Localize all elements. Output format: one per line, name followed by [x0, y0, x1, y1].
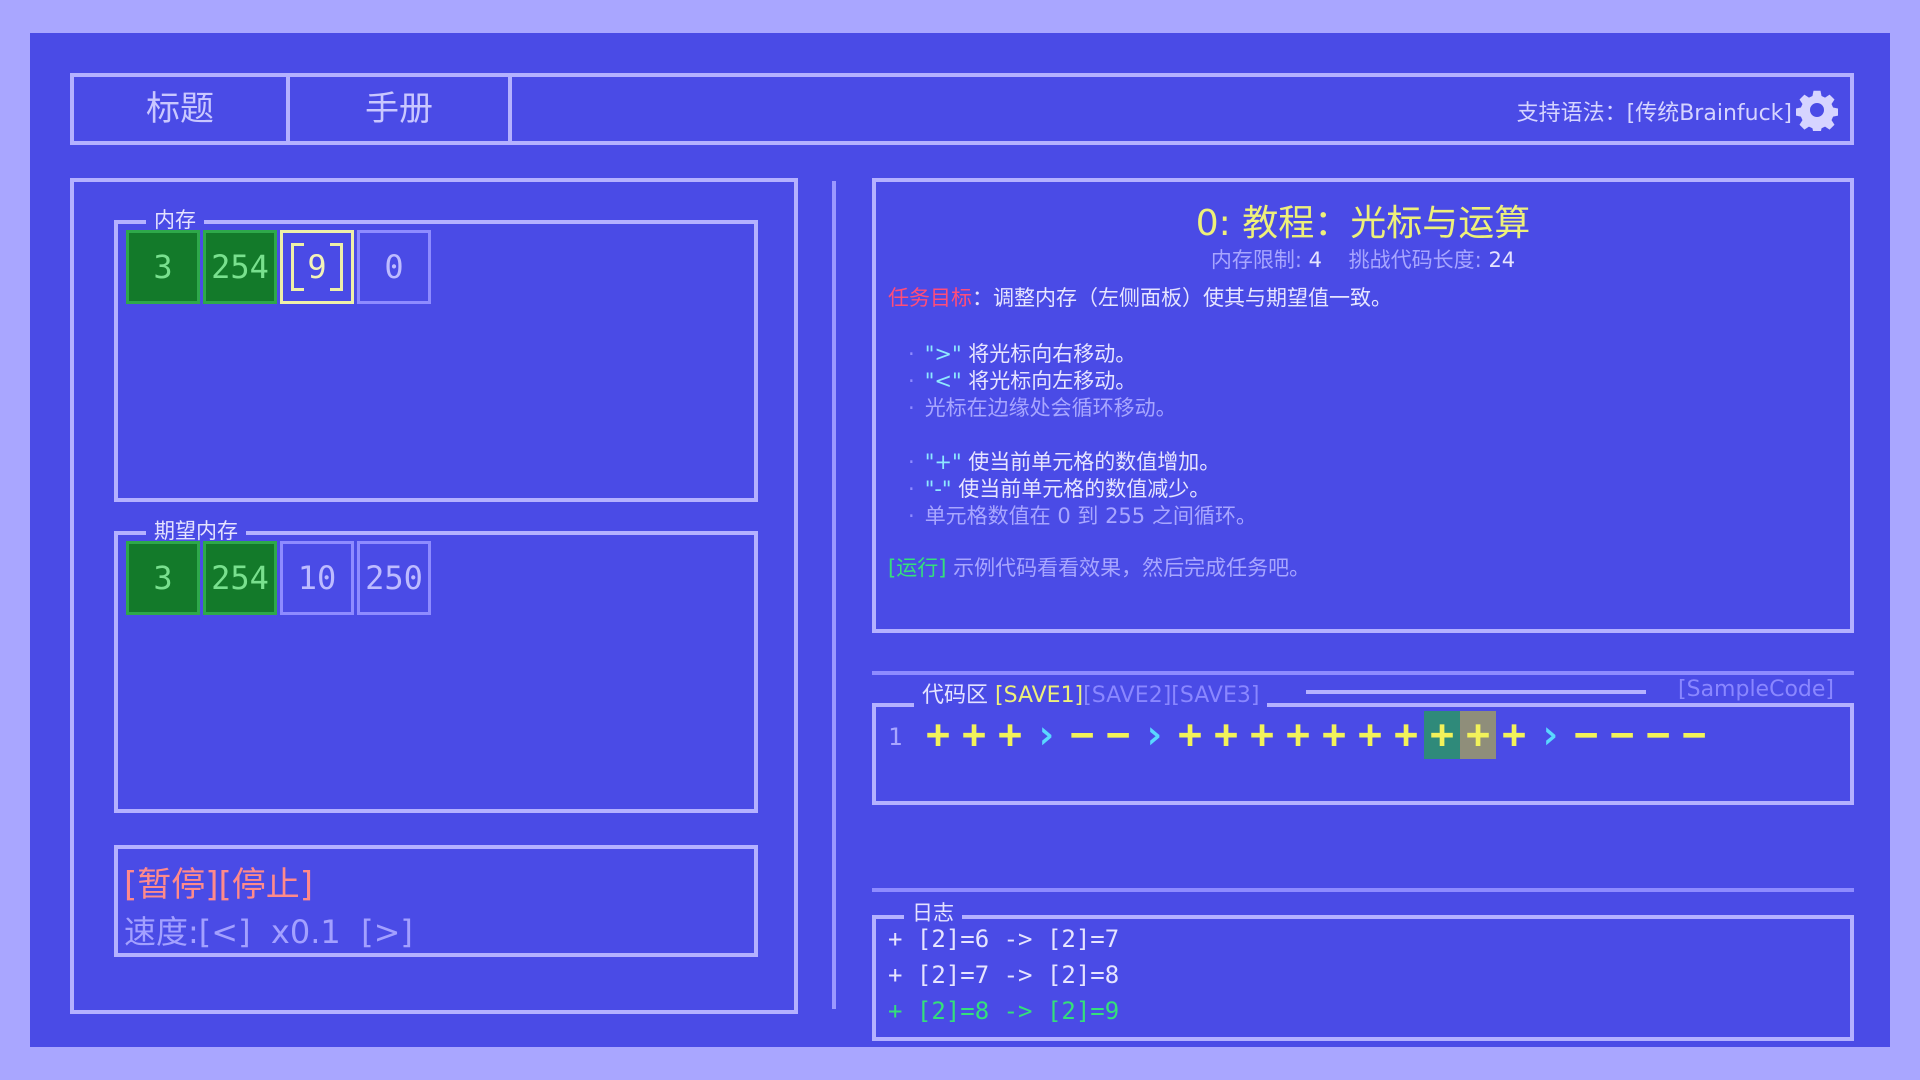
task-run-hint: [运行] 示例代码看看效果，然后完成任务吧。	[888, 556, 1311, 580]
expected-cell: 250	[357, 541, 431, 615]
task-goal: 任务目标：调整内存（左侧面板）使其与期望值一致。	[888, 282, 1392, 312]
task-panel: 0: 教程：光标与运算 内存限制: 4 挑战代码长度: 24 任务目标：调整内存…	[872, 178, 1854, 633]
code-editor[interactable]: + + + › − − › + + + + + + + + + + › − − − −	[920, 711, 1712, 759]
code-token[interactable]: −	[1676, 711, 1712, 759]
code-label: 代码区	[922, 683, 989, 708]
goal-text: ：调整内存（左侧面板）使其与期望值一致。	[972, 286, 1392, 310]
tab-manual[interactable]: 手册	[290, 77, 512, 141]
code-token[interactable]: ›	[1136, 711, 1172, 759]
speed-row: 速度:[<] x0.1 [>]	[124, 907, 413, 953]
speed-down-button[interactable]: [<]	[199, 913, 251, 951]
hint-line: · 单元格数值在 0 到 255 之间循环。	[908, 504, 1257, 528]
expected-cell: 254	[203, 541, 277, 615]
memory-cell[interactable]: 254	[203, 230, 277, 304]
expected-memory-cells: 3 254 10 250	[126, 541, 431, 615]
code-token[interactable]: +	[1316, 711, 1352, 759]
save-slot-2[interactable]: [SAVE2]	[1083, 683, 1171, 708]
gear-icon[interactable]	[1796, 89, 1838, 131]
speed-label: 速度:	[124, 913, 199, 951]
game-screen: 标题 手册 支持语法：[传统Brainfuck] 内存 3 254 9 0 期望…	[30, 33, 1890, 1047]
log-line: + [2]=6 -> [2]=7	[888, 925, 1120, 953]
code-token[interactable]: +	[1172, 711, 1208, 759]
speed-up-button[interactable]: [>]	[361, 913, 413, 951]
code-token[interactable]: +	[992, 711, 1028, 759]
memory-cell[interactable]: 0	[357, 230, 431, 304]
memory-group: 内存 3 254 9 0	[114, 204, 758, 502]
save-slot-1[interactable]: [SAVE1]	[995, 683, 1083, 708]
code-token[interactable]: −	[1568, 711, 1604, 759]
expected-memory-group: 期望内存 3 254 10 250	[114, 515, 758, 813]
panel-divider	[832, 181, 836, 1009]
memory-limit-label: 内存限制:	[1210, 248, 1302, 272]
playback-buttons: [暂停][停止]	[124, 857, 313, 906]
memory-limit-value: 4	[1308, 248, 1322, 272]
log-line: + [2]=7 -> [2]=8	[888, 961, 1120, 989]
goal-tag: 任务目标	[888, 286, 972, 310]
code-token[interactable]: +	[1352, 711, 1388, 759]
task-meta: 内存限制: 4 挑战代码长度: 24	[876, 244, 1850, 274]
log-panel: 日志 + [2]=6 -> [2]=7 + [2]=7 -> [2]=8 + […	[872, 897, 1854, 1041]
log-line: + [2]=8 -> [2]=9	[888, 997, 1120, 1025]
sample-code-button[interactable]: [SampleCode]	[1672, 677, 1840, 702]
code-token[interactable]: +	[956, 711, 992, 759]
code-token[interactable]: −	[1640, 711, 1676, 759]
expected-cell: 3	[126, 541, 200, 615]
speed-value: x0.1	[270, 913, 341, 951]
log-divider	[872, 888, 1854, 892]
code-token[interactable]: +	[1496, 711, 1532, 759]
code-token[interactable]: −	[1100, 711, 1136, 759]
code-token[interactable]: +	[1424, 711, 1460, 759]
code-length-value: 24	[1488, 248, 1516, 272]
code-token[interactable]: −	[1604, 711, 1640, 759]
code-token[interactable]: +	[1208, 711, 1244, 759]
code-panel: 代码区 [SAVE1][SAVE2][SAVE3] [SampleCode] 1…	[872, 677, 1854, 805]
memory-cell-cursor[interactable]: 9	[280, 230, 354, 304]
code-token[interactable]: +	[1460, 711, 1496, 759]
hint-line: · 光标在边缘处会循环移动。	[908, 396, 1177, 420]
log-label: 日志	[904, 897, 962, 927]
code-header: 代码区 [SAVE1][SAVE2][SAVE3]	[914, 677, 1268, 709]
task-title: 0: 教程：光标与运算	[1195, 203, 1531, 244]
syntax-label: 支持语法：[传统Brainfuck]	[1516, 101, 1792, 126]
tab-title[interactable]: 标题	[74, 77, 290, 141]
pause-button[interactable]: [暂停]	[124, 865, 219, 905]
save-slot-3[interactable]: [SAVE3]	[1171, 683, 1259, 708]
hint-line: · "<" 将光标向左移动。	[908, 369, 1137, 393]
line-number: 1	[888, 723, 903, 751]
stop-button[interactable]: [停止]	[219, 865, 314, 905]
hint-line: · ">" 将光标向右移动。	[908, 342, 1137, 366]
code-token[interactable]: +	[1280, 711, 1316, 759]
memory-cell[interactable]: 3	[126, 230, 200, 304]
expected-cell: 10	[280, 541, 354, 615]
code-token[interactable]: −	[1064, 711, 1100, 759]
code-token[interactable]: ›	[1028, 711, 1064, 759]
code-divider	[872, 671, 1854, 675]
memory-cells: 3 254 9 0	[126, 230, 431, 304]
hint-line: · "+" 使当前单元格的数值增加。	[908, 450, 1221, 474]
code-header-line	[1306, 690, 1646, 694]
playback-controls: [暂停][停止] 速度:[<] x0.1 [>]	[114, 845, 758, 957]
code-token[interactable]: ›	[1532, 711, 1568, 759]
header-bar: 标题 手册 支持语法：[传统Brainfuck]	[70, 73, 1854, 145]
run-link[interactable]: [运行]	[888, 556, 946, 580]
code-length-label: 挑战代码长度:	[1348, 248, 1482, 272]
hint-line: · "-" 使当前单元格的数值减少。	[908, 477, 1211, 501]
code-token[interactable]: +	[1244, 711, 1280, 759]
code-token[interactable]: +	[920, 711, 956, 759]
left-panel: 内存 3 254 9 0 期望内存 3 254 10 250 [暂停][停止] …	[70, 178, 798, 1014]
code-token[interactable]: +	[1388, 711, 1424, 759]
